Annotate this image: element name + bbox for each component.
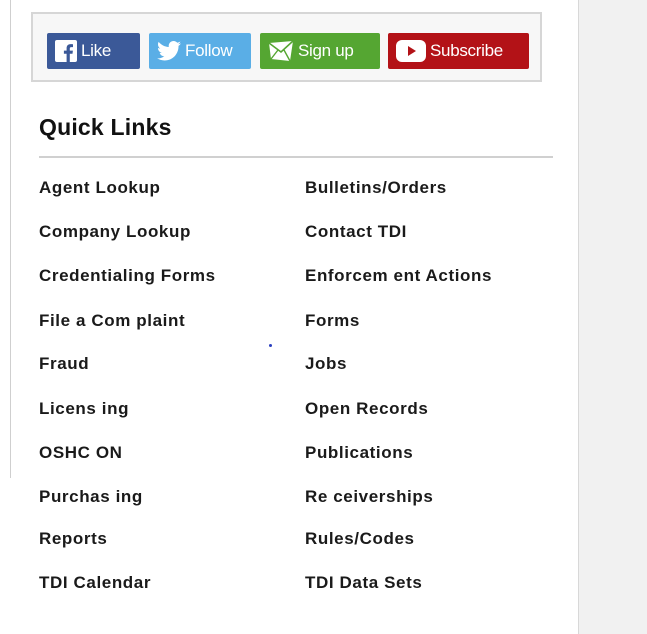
- left-divider: [10, 0, 11, 478]
- link-contact-tdi[interactable]: Contact TDI: [305, 222, 407, 242]
- link-purchasing[interactable]: Purchas ing: [39, 487, 143, 507]
- quick-links-heading: Quick Links: [39, 114, 172, 140]
- link-reports[interactable]: Reports: [39, 529, 107, 549]
- link-receiverships[interactable]: Re ceiverships: [305, 487, 433, 507]
- link-enforcement-actions[interactable]: Enforcem ent Actions: [305, 266, 492, 286]
- signup-label: Sign up: [298, 41, 354, 60]
- envelope-icon: [268, 40, 294, 62]
- link-credentialing-forms[interactable]: Credentialing Forms: [39, 266, 216, 286]
- right-side-panel: [578, 0, 647, 634]
- youtube-play-icon: [396, 40, 426, 62]
- link-rules-codes[interactable]: Rules/Codes: [305, 529, 415, 549]
- facebook-like-button[interactable]: Like: [47, 33, 140, 69]
- facebook-icon: [55, 40, 77, 62]
- quick-links-list: Agent Lookup Company Lookup Credentialin…: [0, 0, 647, 634]
- follow-label: Follow: [185, 41, 233, 60]
- twitter-follow-button[interactable]: Follow: [149, 33, 251, 69]
- link-fraud[interactable]: Fraud: [39, 354, 89, 374]
- link-company-lookup[interactable]: Company Lookup: [39, 222, 191, 242]
- link-tdi-calendar[interactable]: TDI Calendar: [39, 573, 151, 593]
- link-licensing[interactable]: Licens ing: [39, 399, 129, 419]
- subscribe-label: Subscribe: [430, 41, 503, 60]
- twitter-bird-icon: [157, 41, 181, 61]
- link-tdi-data-sets[interactable]: TDI Data Sets: [305, 573, 422, 593]
- link-open-records[interactable]: Open Records: [305, 399, 428, 419]
- stray-dot: [269, 344, 272, 347]
- email-signup-button[interactable]: Sign up: [260, 33, 380, 69]
- link-agent-lookup[interactable]: Agent Lookup: [39, 178, 160, 198]
- link-bulletins-orders[interactable]: Bulletins/Orders: [305, 178, 447, 198]
- link-publications[interactable]: Publications: [305, 443, 413, 463]
- link-forms[interactable]: Forms: [305, 311, 360, 331]
- link-oshcon[interactable]: OSHC ON: [39, 443, 123, 463]
- link-file-a-complaint[interactable]: File a Com plaint: [39, 311, 185, 331]
- social-buttons-box: Like Follow Sign up Subscribe: [31, 12, 542, 82]
- heading-divider: [39, 156, 553, 158]
- like-label: Like: [81, 41, 111, 60]
- link-jobs[interactable]: Jobs: [305, 354, 347, 374]
- youtube-subscribe-button[interactable]: Subscribe: [388, 33, 529, 69]
